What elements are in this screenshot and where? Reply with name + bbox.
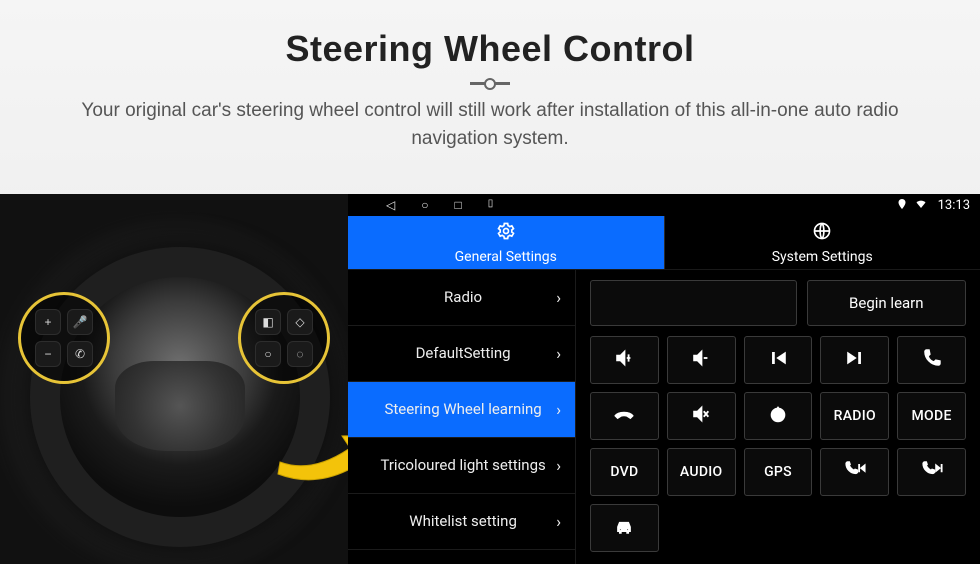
volume-down-icon	[690, 347, 712, 373]
swc-power-button[interactable]	[744, 392, 813, 440]
phone-hangup-icon	[613, 403, 635, 429]
nav-back-icon[interactable]: ◁	[386, 198, 395, 212]
menu-item-whitelist[interactable]: Whitelist setting ›	[348, 494, 575, 550]
title-underline	[470, 82, 510, 85]
nav-home-icon[interactable]: ○	[421, 198, 428, 212]
gps-status-icon	[896, 198, 908, 213]
swc-mute-button[interactable]	[667, 392, 736, 440]
chevron-right-icon: ›	[556, 288, 561, 307]
wheel-btn-minus: −	[35, 341, 61, 367]
volume-up-icon	[613, 347, 635, 373]
swc-call-answer-button[interactable]	[897, 336, 966, 384]
audio-label: AUDIO	[680, 464, 723, 480]
swc-call-next-button[interactable]	[897, 448, 966, 496]
learned-key-display	[590, 280, 797, 326]
next-track-icon	[844, 347, 866, 373]
wheel-btn-plus: +	[35, 309, 61, 335]
nav-recent-icon[interactable]: □	[454, 198, 461, 212]
menu-label: Steering Wheel learning	[370, 401, 556, 418]
tab-general-settings[interactable]: General Settings	[348, 216, 664, 269]
swc-call-prev-button[interactable]	[820, 448, 889, 496]
swc-vol-down-button[interactable]	[667, 336, 736, 384]
swc-next-track-button[interactable]	[820, 336, 889, 384]
android-statusbar: ◁ ○ □ ▯ 13:13	[348, 194, 980, 216]
tab-system-label: System Settings	[772, 249, 873, 265]
chevron-right-icon: ›	[556, 512, 561, 531]
gear-icon	[496, 221, 516, 245]
globe-icon	[812, 221, 832, 245]
wheel-btn-voice: 🎤	[67, 309, 93, 335]
nav-overflow-icon[interactable]: ▯	[488, 198, 494, 212]
menu-label: Whitelist setting	[370, 513, 556, 530]
wifi-status-icon	[914, 198, 928, 213]
mute-icon	[690, 403, 712, 429]
phone-prev-icon	[844, 459, 866, 485]
wheel-btn-phone: ✆	[67, 341, 93, 367]
wheel-button-cluster-right: ◧ ◇ ○ ◌	[238, 292, 330, 384]
chevron-right-icon: ›	[556, 400, 561, 419]
prev-track-icon	[767, 347, 789, 373]
settings-tabs: General Settings System Settings	[348, 216, 980, 269]
menu-item-default-setting[interactable]: DefaultSetting ›	[348, 326, 575, 382]
gps-label: GPS	[764, 464, 792, 480]
menu-item-tricoloured-light[interactable]: Tricoloured light settings ›	[348, 438, 575, 494]
chevron-right-icon: ›	[556, 344, 561, 363]
wheel-btn-a: ◧	[255, 309, 281, 335]
clock-text: 13:13	[938, 198, 970, 213]
tab-general-label: General Settings	[455, 249, 557, 265]
swc-prev-track-button[interactable]	[744, 336, 813, 384]
swc-car-button[interactable]	[590, 504, 659, 552]
dvd-label: DVD	[610, 464, 638, 480]
workspace: Radio › DefaultSetting › Steering Wheel …	[348, 269, 980, 564]
mode-label: MODE	[912, 408, 952, 424]
composite-stage: + 🎤 − ✆ ◧ ◇ ○ ◌ ◁ ○ □ ▯	[0, 194, 980, 564]
phone-icon	[921, 347, 943, 373]
swc-button-grid: RADIO MODE DVD AUDIO GPS	[590, 336, 966, 552]
menu-label: DefaultSetting	[370, 345, 556, 362]
hero-section: Steering Wheel Control Your original car…	[0, 0, 980, 172]
swc-mode-button[interactable]: MODE	[897, 392, 966, 440]
chevron-right-icon: ›	[556, 456, 561, 475]
menu-label: Radio	[370, 289, 556, 306]
steering-wheel-photo: + 🎤 − ✆ ◧ ◇ ○ ◌	[0, 194, 348, 564]
begin-learn-button[interactable]: Begin learn	[807, 280, 966, 326]
tab-system-settings[interactable]: System Settings	[665, 216, 980, 269]
power-icon	[767, 403, 789, 429]
menu-item-radio[interactable]: Radio ›	[348, 270, 575, 326]
wheel-hub	[115, 361, 245, 451]
swc-call-end-button[interactable]	[590, 392, 659, 440]
car-icon	[613, 515, 635, 541]
wheel-btn-c: ○	[255, 341, 281, 367]
swc-audio-button[interactable]: AUDIO	[667, 448, 736, 496]
page-subtitle: Your original car's steering wheel contr…	[60, 97, 920, 152]
swc-dvd-button[interactable]: DVD	[590, 448, 659, 496]
learning-panel: Begin learn	[576, 270, 980, 564]
menu-item-steering-wheel-learning[interactable]: Steering Wheel learning ›	[348, 382, 575, 438]
headunit-screen: ◁ ○ □ ▯ 13:13 General Setti	[348, 194, 980, 564]
menu-label: Tricoloured light settings	[370, 457, 556, 474]
radio-label: RADIO	[834, 408, 876, 424]
phone-next-icon	[921, 459, 943, 485]
swc-radio-button[interactable]: RADIO	[820, 392, 889, 440]
settings-sidemenu: Radio › DefaultSetting › Steering Wheel …	[348, 270, 576, 564]
wheel-btn-b: ◇	[287, 309, 313, 335]
wheel-btn-d: ◌	[287, 341, 313, 367]
swc-vol-up-button[interactable]	[590, 336, 659, 384]
page-title: Steering Wheel Control	[40, 28, 940, 70]
begin-learn-label: Begin learn	[849, 294, 924, 312]
wheel-button-cluster-left: + 🎤 − ✆	[18, 292, 110, 384]
swc-gps-button[interactable]: GPS	[744, 448, 813, 496]
